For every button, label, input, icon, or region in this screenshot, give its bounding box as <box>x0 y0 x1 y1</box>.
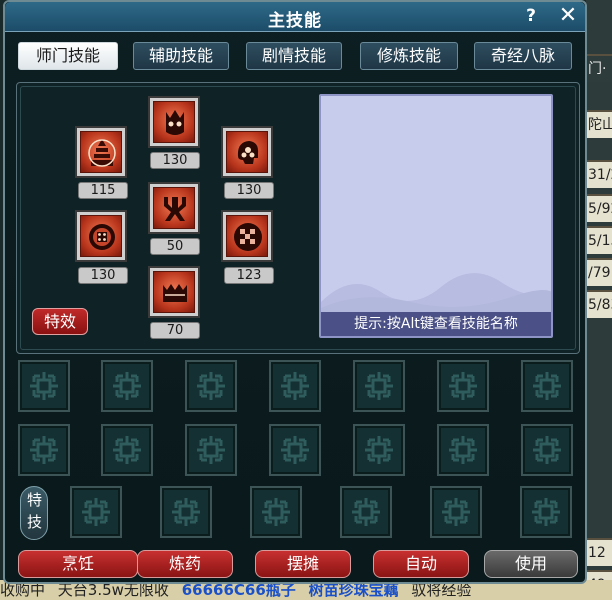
skill-description-panel: 提示:按Alt键查看技能名称 <box>319 94 553 338</box>
knot-pattern-icon <box>197 436 225 464</box>
knot-pattern-icon <box>197 372 225 400</box>
empty-skill-slot[interactable] <box>185 360 237 412</box>
knot-pattern-icon <box>449 436 477 464</box>
skull-mind-icon <box>237 141 259 164</box>
knot-pattern-icon <box>113 372 141 400</box>
skill-slot[interactable] <box>148 96 200 148</box>
tab-cultivation-skills[interactable]: 修炼技能 <box>360 42 458 70</box>
help-button[interactable]: ? <box>521 6 541 28</box>
empty-skill-slot[interactable] <box>520 486 572 538</box>
knot-pattern-icon <box>113 436 141 464</box>
skill-slot[interactable] <box>221 126 273 178</box>
empty-skill-slot[interactable] <box>160 486 212 538</box>
tab-meridians[interactable]: 奇经八脉 <box>474 42 572 70</box>
bg-label: 12 <box>586 538 612 566</box>
skill-slot[interactable] <box>148 266 200 318</box>
skill-level: 70 <box>150 322 200 339</box>
knot-pattern-icon <box>352 498 380 526</box>
empty-skill-slot[interactable] <box>269 424 321 476</box>
mountain-mist-decoration <box>321 273 551 312</box>
coin-seal-icon <box>89 224 115 250</box>
skill-level: 130 <box>150 152 200 169</box>
demon-mask-icon <box>166 110 184 135</box>
window-title: 主技能 <box>268 11 322 31</box>
bg-label: 5/92 <box>586 194 612 222</box>
empty-skill-slot[interactable] <box>521 424 573 476</box>
cooking-button[interactable]: 烹饪 <box>18 550 138 578</box>
stall-button[interactable]: 摆摊 <box>255 550 351 578</box>
auto-button[interactable]: 自动 <box>373 550 469 578</box>
skill-slot[interactable] <box>75 210 127 262</box>
empty-skill-slot[interactable] <box>101 360 153 412</box>
knot-pattern-icon <box>533 436 561 464</box>
skill-window: 主技能 ? ✕ 师门技能 辅助技能 剧情技能 修炼技能 奇经八脉 115 130… <box>3 0 587 584</box>
tab-support-skills[interactable]: 辅助技能 <box>133 42 229 70</box>
knot-pattern-icon <box>172 498 200 526</box>
empty-skill-slot[interactable] <box>353 424 405 476</box>
knot-pattern-icon <box>281 436 309 464</box>
skill-slot[interactable] <box>75 126 127 178</box>
knot-pattern-icon <box>365 372 393 400</box>
bg-label: 31/2 <box>586 160 612 188</box>
skill-level: 130 <box>224 182 274 199</box>
empty-skill-slot[interactable] <box>70 486 122 538</box>
bg-label: 5/83 <box>586 290 612 318</box>
bg-label: 门· <box>586 54 612 82</box>
knot-pattern-icon <box>30 436 58 464</box>
crown-wall-icon <box>163 284 187 302</box>
trident-seal-icon <box>164 197 186 221</box>
knot-pattern-icon <box>533 372 561 400</box>
skill-level: 115 <box>78 182 128 199</box>
knot-pattern-icon <box>82 498 110 526</box>
bg-label: 陀山 <box>586 110 612 138</box>
skill-slot[interactable] <box>148 182 200 234</box>
knot-pattern-icon <box>442 498 470 526</box>
knot-pattern-icon <box>281 372 309 400</box>
knot-pattern-icon <box>449 372 477 400</box>
tab-school-skills[interactable]: 师门技能 <box>18 42 118 70</box>
empty-skill-slot[interactable] <box>430 486 482 538</box>
bg-label: 5/15 <box>586 226 612 254</box>
knot-pattern-icon <box>262 498 290 526</box>
empty-skill-slot[interactable] <box>353 360 405 412</box>
empty-skill-slot[interactable] <box>101 424 153 476</box>
alchemy-button[interactable]: 炼药 <box>137 550 233 578</box>
empty-skill-slot[interactable] <box>185 424 237 476</box>
tab-story-skills[interactable]: 剧情技能 <box>246 42 342 70</box>
checker-orb-icon <box>234 223 262 251</box>
stupa-icon <box>88 139 116 167</box>
title-bar[interactable]: 主技能 ? ✕ <box>5 2 585 32</box>
skill-level: 123 <box>224 267 274 284</box>
skill-slot[interactable] <box>221 210 273 262</box>
empty-skill-slot[interactable] <box>18 424 70 476</box>
knot-pattern-icon <box>532 498 560 526</box>
bg-label: /79 <box>586 258 612 286</box>
empty-skill-slot[interactable] <box>269 360 321 412</box>
empty-skill-slot[interactable] <box>521 360 573 412</box>
knot-pattern-icon <box>30 372 58 400</box>
close-button[interactable]: ✕ <box>557 5 579 27</box>
empty-skill-slot[interactable] <box>18 360 70 412</box>
skill-level: 50 <box>150 238 200 255</box>
special-skills-text: 特技 <box>27 491 43 531</box>
skill-level: 130 <box>78 267 128 284</box>
effects-button[interactable]: 特效 <box>32 308 88 335</box>
empty-skill-slot[interactable] <box>250 486 302 538</box>
hint-text: 提示:按Alt键查看技能名称 <box>321 312 551 336</box>
knot-pattern-icon <box>365 436 393 464</box>
use-button[interactable]: 使用 <box>484 550 578 578</box>
special-skills-label: 特技 <box>20 486 48 540</box>
empty-skill-slot[interactable] <box>437 360 489 412</box>
empty-skill-slot[interactable] <box>340 486 392 538</box>
empty-skill-slot[interactable] <box>437 424 489 476</box>
